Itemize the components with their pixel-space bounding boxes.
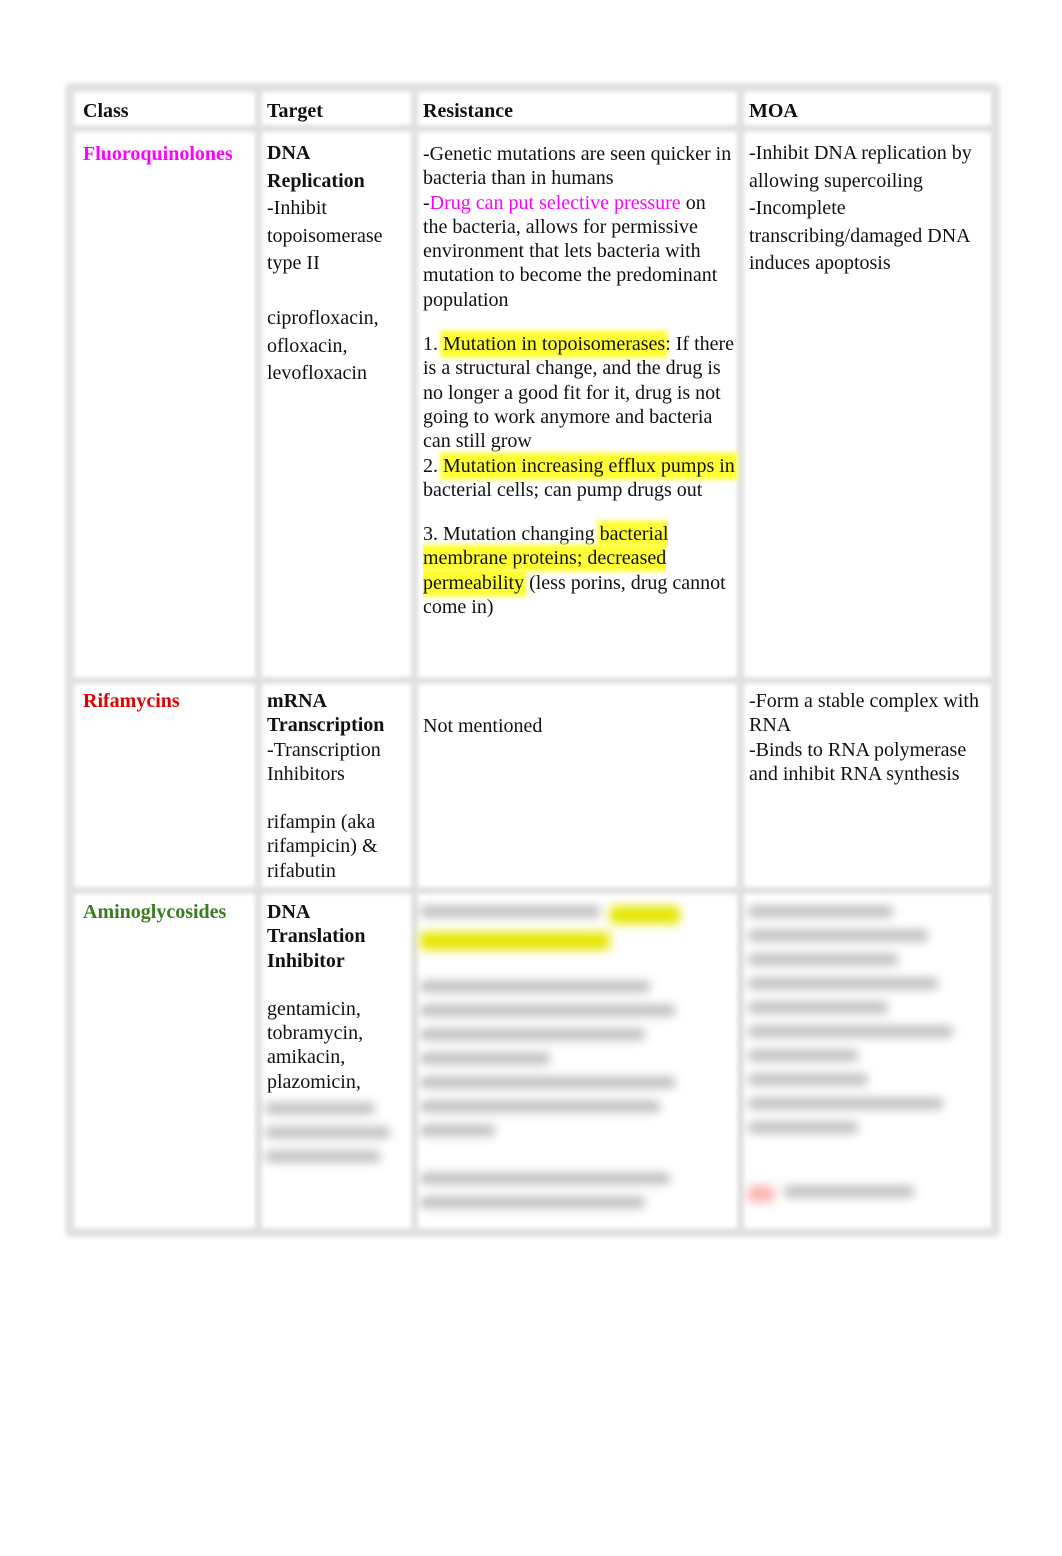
moa-text: -Inhibit DNA replication by allowing sup… [749,142,972,192]
resistance-item-3: 3. Mutation changing bacterial membrane … [423,523,726,619]
drug-name: gentamicin, [267,997,361,1020]
column-divider [255,88,262,1232]
target-title: DNA [267,142,311,164]
resistance-item-2: 2. Mutation increasing efflux pumps in b… [423,454,735,501]
moa-text: -Incomplete transcribing/damaged DNA ind… [749,197,970,275]
class-aminoglycosides: Aminoglycosides [83,901,227,923]
moa-cell: -Form a stable complex with RNA -Binds t… [749,689,989,786]
target-line: type II [267,252,320,275]
drug-name: rifampicin) & [267,835,378,858]
row-divider [70,677,995,684]
target-title: Inhibitor [267,949,345,972]
header-target: Target [267,100,323,122]
moa-cell: -Inhibit DNA replication by allowing sup… [749,140,989,278]
blurred-content [265,1090,395,1162]
resistance-text: -Drug can put selective pressure on the … [423,191,718,311]
drug-name: tobramycin, [267,1022,364,1045]
target-line: topoisomerase [267,224,383,247]
class-rifamycins: Rifamycins [83,690,180,712]
row-divider [70,125,995,132]
drug-name: amikacin, [267,1046,346,1069]
target-cell: DNA Translation Inhibitor gentamicin, to… [267,900,407,1094]
target-title: DNA [267,901,311,923]
resistance-item-1: 1. Mutation in topoisomerases: If there … [423,333,735,453]
column-divider [411,88,418,1232]
drug-name: ofloxacin, [267,334,348,357]
target-line: -Inhibit [267,197,327,220]
target-title: Translation [267,925,366,948]
target-cell: mRNA Transcription -Transcription Inhibi… [267,689,407,883]
blurred-content [748,893,978,1202]
header-class: Class [83,100,129,122]
resistance-cell: Not mentioned [423,715,543,737]
target-line: Inhibitors [267,762,345,785]
moa-text: -Form a stable complex with RNA [749,690,979,737]
header-resistance: Resistance [423,100,513,122]
target-line: -Transcription [267,738,381,761]
drug-name: rifampin (aka [267,811,376,834]
target-title: Replication [267,169,365,192]
table-border [70,85,995,92]
moa-text: -Binds to RNA polymerase and inhibit RNA… [749,738,967,785]
target-cell: DNA Replication -Inhibit topoisomerase t… [267,140,407,388]
resistance-cell: -Genetic mutations are seen quicker in b… [423,142,735,619]
table-border [70,1228,995,1235]
resistance-text: -Genetic mutations are seen quicker in b… [423,143,732,190]
table-border [67,88,74,1232]
table-border [991,88,998,1232]
blurred-content [420,893,720,1208]
drug-name: rifabutin [267,859,336,882]
header-moa: MOA [749,100,798,122]
target-title: Transcription [267,714,385,737]
drug-name: ciprofloxacin, [267,306,379,329]
drug-name: levofloxacin [267,362,367,385]
class-fluoroquinolones: Fluoroquinolones [83,143,233,165]
column-divider [737,88,744,1232]
antibiotics-table: Class Target Resistance MOA Fluoroquinol… [67,85,998,1235]
target-title: mRNA [267,690,327,712]
